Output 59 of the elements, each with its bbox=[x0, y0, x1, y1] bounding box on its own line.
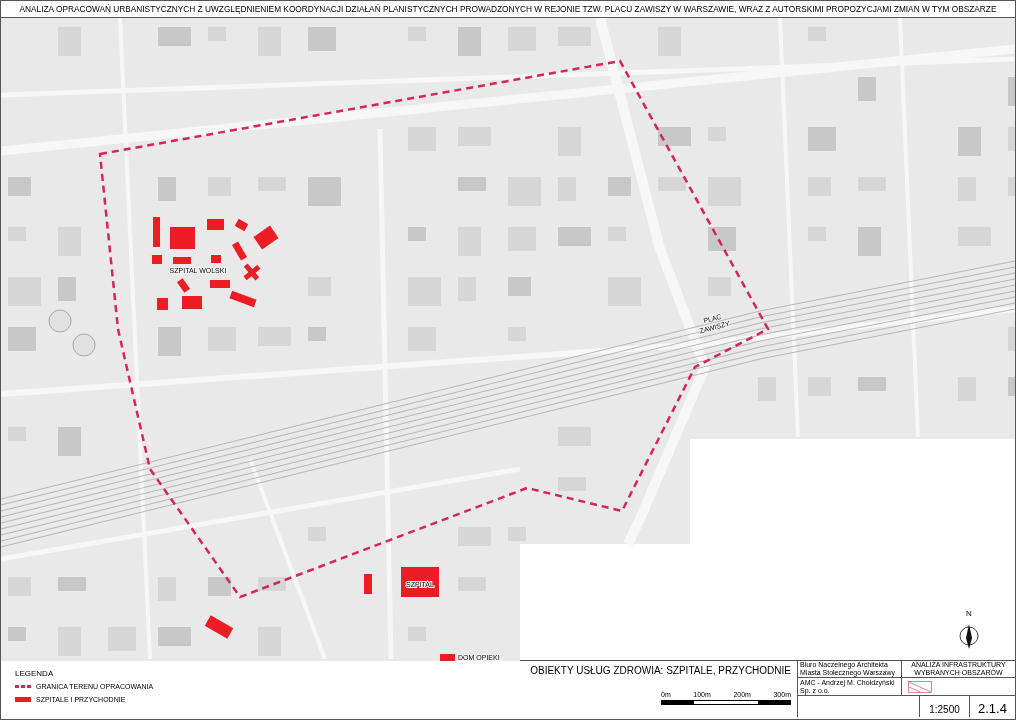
building bbox=[858, 227, 881, 256]
building bbox=[1008, 127, 1015, 151]
building bbox=[458, 27, 481, 56]
building bbox=[1008, 77, 1015, 106]
building bbox=[858, 77, 876, 101]
building bbox=[308, 27, 336, 51]
north-label: N bbox=[966, 609, 972, 618]
building bbox=[858, 377, 886, 391]
building bbox=[158, 327, 181, 356]
building bbox=[258, 577, 286, 591]
sheet-title: OBIEKTY USŁUG ZDROWIA: SZPITALE, PRZYCHODNIE bbox=[530, 666, 791, 676]
hospital-building bbox=[207, 219, 224, 230]
building bbox=[808, 127, 836, 151]
hospital-building bbox=[234, 218, 249, 232]
legend-title: LEGENDA bbox=[15, 670, 55, 678]
building bbox=[158, 27, 191, 46]
building bbox=[58, 577, 86, 591]
building bbox=[508, 277, 531, 296]
hospital-building bbox=[182, 296, 202, 309]
hospital-building bbox=[173, 257, 191, 264]
building bbox=[658, 127, 691, 146]
building bbox=[158, 627, 191, 646]
building bbox=[8, 627, 26, 641]
building bbox=[158, 177, 176, 201]
scale-text: 1:2500 bbox=[929, 705, 960, 715]
building bbox=[308, 327, 326, 341]
building bbox=[308, 177, 341, 206]
hospital-building bbox=[243, 263, 261, 281]
building bbox=[1008, 377, 1015, 396]
building bbox=[958, 127, 981, 156]
hospital-building bbox=[157, 298, 168, 310]
area-swatch-icon bbox=[15, 696, 31, 702]
sheet-number: 2.1.4 bbox=[978, 702, 1007, 715]
building bbox=[608, 177, 631, 196]
building bbox=[1008, 177, 1015, 196]
hospital-building bbox=[364, 574, 372, 594]
hospital-building bbox=[440, 654, 455, 661]
building bbox=[8, 177, 31, 196]
document-title: ANALIZA OPRACOWAŃ URBANISTYCZNYCH Z UWZGLĘDNIENIEM KOORDYNACJI DZIAŁAŃ PLANISTYCZNYCH PROWADZONYCH W REJONIE TZW. PLACU ZAWISZY W WARSZAWIE, WRAZ Z AUTORSKIMI PROPOZYCJAMI ZMIAN W TYM OBSZARZE bbox=[19, 4, 997, 14]
building bbox=[1008, 327, 1015, 351]
building bbox=[208, 577, 231, 596]
building bbox=[58, 427, 81, 456]
hospital-building bbox=[210, 280, 230, 288]
building bbox=[8, 327, 36, 351]
logo-icon bbox=[908, 680, 932, 693]
hospital-building bbox=[152, 255, 162, 264]
building bbox=[408, 227, 426, 241]
dashed-line-icon bbox=[15, 684, 31, 688]
building bbox=[558, 227, 591, 246]
hospital-building bbox=[153, 217, 160, 247]
building bbox=[458, 177, 486, 191]
hospital-building bbox=[211, 255, 221, 263]
building bbox=[658, 177, 686, 191]
round-tank bbox=[48, 309, 72, 333]
hospital-building bbox=[401, 567, 439, 597]
round-tank bbox=[72, 333, 96, 357]
hospital-building bbox=[170, 227, 195, 249]
building bbox=[58, 277, 76, 301]
building bbox=[708, 227, 736, 251]
